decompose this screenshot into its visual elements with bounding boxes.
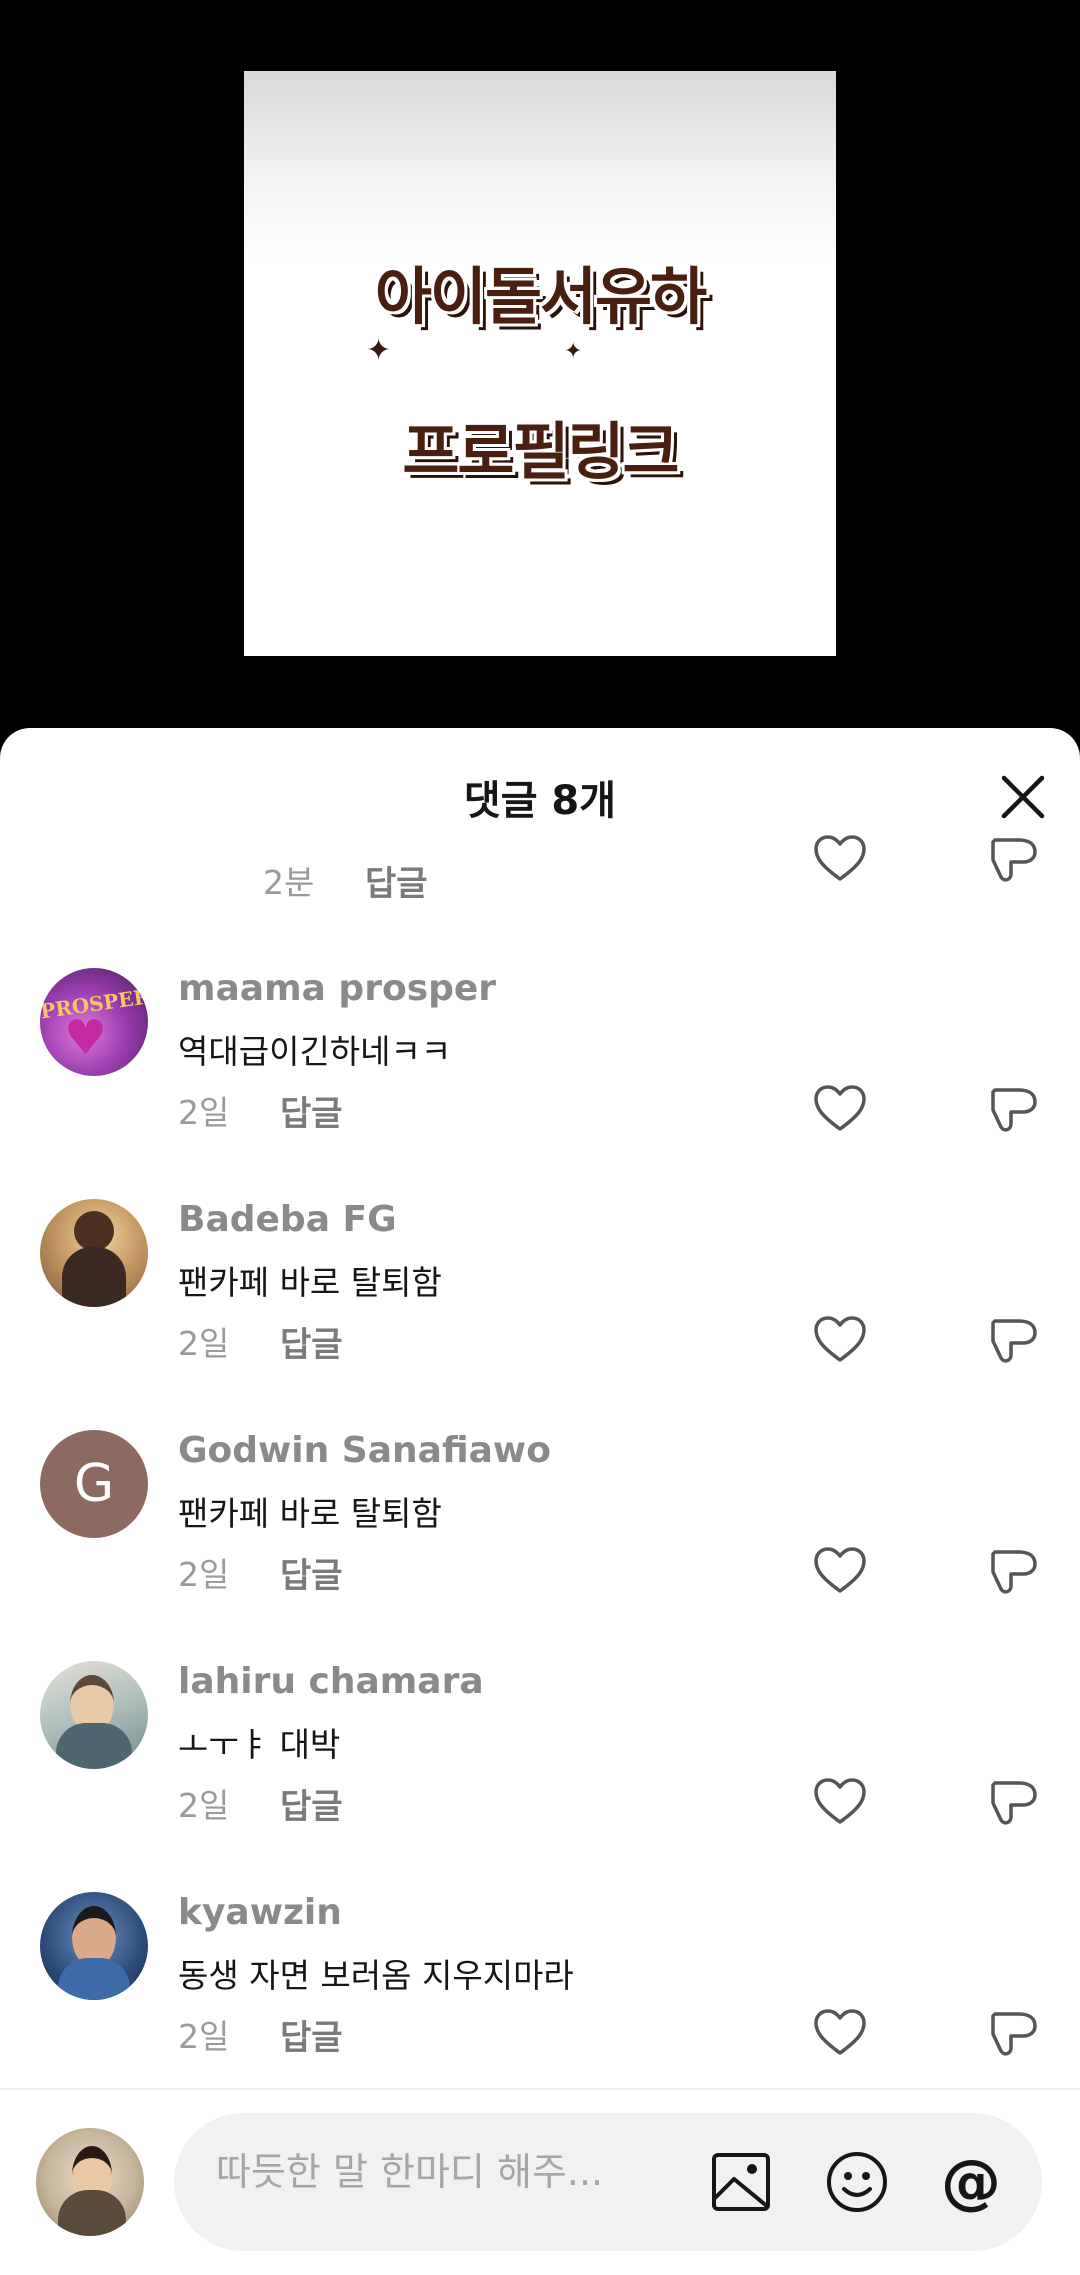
comment-username[interactable]: lahiru chamara bbox=[178, 1661, 484, 1702]
avatar-figure bbox=[58, 1958, 130, 2000]
dislike-icon[interactable] bbox=[985, 1082, 1041, 1138]
dislike-icon[interactable] bbox=[985, 1775, 1041, 1831]
heart-icon[interactable] bbox=[812, 1775, 868, 1831]
comment-username[interactable]: kyawzin bbox=[178, 1892, 342, 1933]
comment-time: 2일 bbox=[178, 2017, 230, 2056]
avatar[interactable] bbox=[40, 1661, 148, 1769]
mention-icon[interactable]: @ bbox=[938, 2149, 1004, 2215]
dislike-icon[interactable] bbox=[985, 1544, 1041, 1600]
sparkle-icon: ✦ bbox=[564, 339, 583, 364]
heart-icon[interactable] bbox=[812, 1544, 868, 1600]
thumbnail-title: 아이돌서유하 bbox=[374, 260, 707, 333]
thumbnail-subtitle: 프로필링크 bbox=[402, 415, 679, 488]
comment-time: 2일 bbox=[178, 1093, 230, 1132]
comment-time: 2분 bbox=[263, 863, 315, 902]
video-thumbnail: 아이돌서유하 ✦ ✦ 프로필링크 bbox=[244, 71, 836, 656]
comment-text: 동생 자면 보러옴 지우지마라 bbox=[178, 1956, 574, 1995]
comment-time: 2일 bbox=[178, 1786, 230, 1825]
comment-text: 역대급이긴하네ㅋㅋ bbox=[178, 1032, 452, 1071]
sparkle-icon: ✦ bbox=[366, 333, 392, 368]
comment-username[interactable]: maama prosper bbox=[178, 968, 496, 1009]
avatar-figure bbox=[74, 1211, 114, 1251]
heart-icon[interactable] bbox=[812, 832, 868, 888]
image-icon[interactable] bbox=[708, 2149, 774, 2215]
reply-button[interactable]: 답글 bbox=[280, 1548, 343, 1597]
comment-time: 2일 bbox=[178, 1324, 230, 1363]
comment-time: 2일 bbox=[178, 1555, 230, 1594]
divider bbox=[0, 2088, 1080, 2090]
comment-text: ㅗㅜㅑ 대박 bbox=[178, 1725, 341, 1764]
reply-button[interactable]: 답글 bbox=[280, 1086, 343, 1135]
heart-icon[interactable] bbox=[812, 1313, 868, 1369]
avatar-letter: G bbox=[73, 1454, 115, 1514]
comment-text: 팬카페 바로 탈퇴함 bbox=[178, 1494, 442, 1533]
comments-sheet: 댓글 8개 2분 답글 PROSPER ♥ maama prosper 역대급이… bbox=[0, 728, 1080, 2275]
reply-button[interactable]: 답글 bbox=[365, 856, 428, 905]
reply-button[interactable]: 답글 bbox=[280, 1317, 343, 1366]
dislike-icon[interactable] bbox=[985, 832, 1041, 888]
my-avatar[interactable] bbox=[36, 2128, 144, 2236]
reply-button[interactable]: 답글 bbox=[280, 1779, 343, 1828]
reply-button[interactable]: 답글 bbox=[280, 2010, 343, 2059]
avatar[interactable]: PROSPER ♥ bbox=[40, 968, 148, 1076]
comment-composer: @ bbox=[174, 2113, 1042, 2251]
avatar-figure bbox=[58, 2190, 126, 2236]
dislike-icon[interactable] bbox=[985, 1313, 1041, 1369]
comment-input[interactable] bbox=[214, 2149, 658, 2195]
avatar[interactable] bbox=[40, 1199, 148, 1307]
comment-text: 팬카페 바로 탈퇴함 bbox=[178, 1263, 442, 1302]
avatar[interactable]: G bbox=[40, 1430, 148, 1538]
heart-icon[interactable] bbox=[812, 1082, 868, 1138]
comment-username[interactable]: Badeba FG bbox=[178, 1199, 397, 1240]
close-icon[interactable] bbox=[996, 770, 1050, 824]
comment-username[interactable]: Godwin Sanafiawo bbox=[178, 1430, 551, 1471]
video-player[interactable]: 아이돌서유하 ✦ ✦ 프로필링크 bbox=[0, 0, 1080, 728]
avatar-figure bbox=[62, 1247, 126, 1307]
dislike-icon[interactable] bbox=[985, 2006, 1041, 2062]
heart-icon[interactable] bbox=[812, 2006, 868, 2062]
avatar-figure bbox=[56, 1723, 132, 1769]
comments-title: 댓글 8개 bbox=[463, 778, 617, 824]
avatar[interactable] bbox=[40, 1892, 148, 2000]
heart-icon: ♥ bbox=[64, 1010, 108, 1066]
emoji-icon[interactable] bbox=[824, 2149, 890, 2215]
